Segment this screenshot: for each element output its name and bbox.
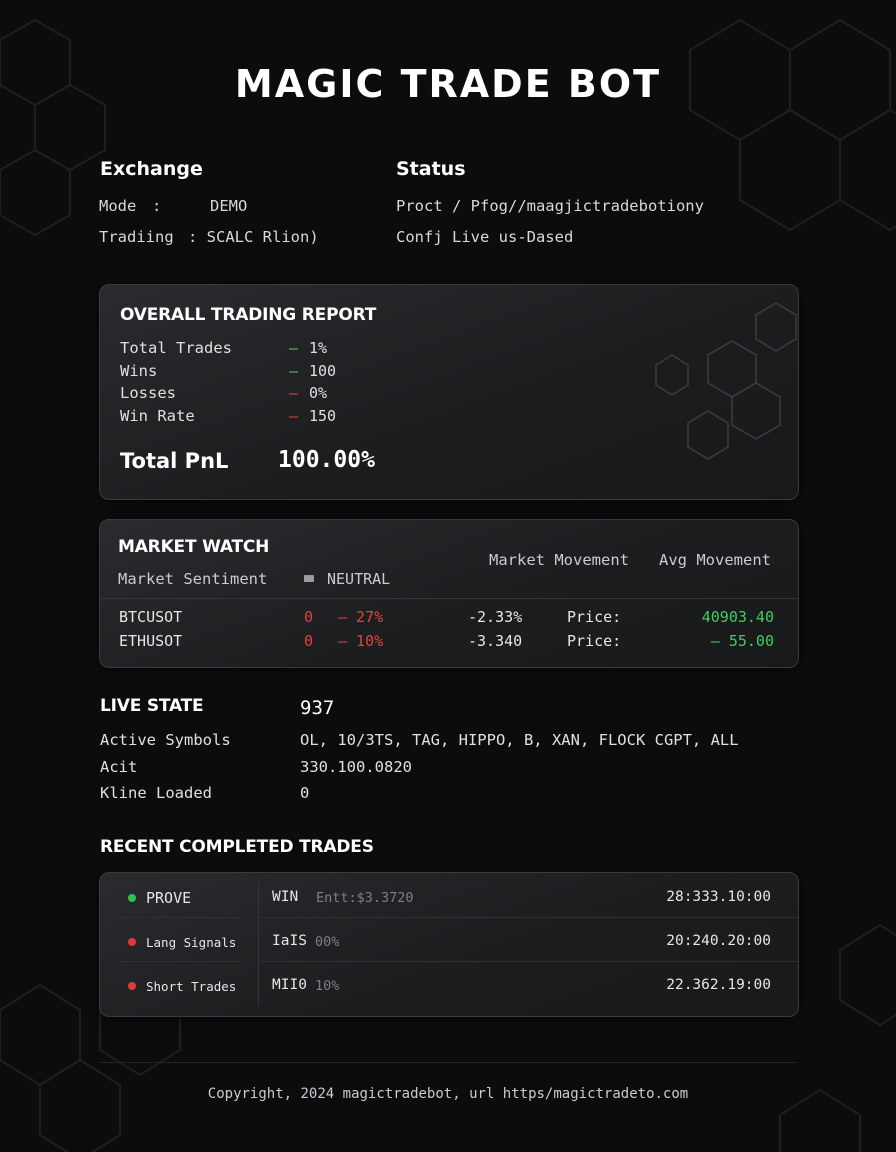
report-row-label: Win Rate <box>120 406 195 425</box>
recent-row-divider <box>260 961 798 962</box>
trade-name: Lang Signals <box>146 935 237 950</box>
market-change: – 10% <box>338 632 384 650</box>
mode-value: DEMO <box>210 197 248 215</box>
report-row-value: 150 <box>309 406 337 425</box>
market-symbol: BTCUSOT <box>119 608 183 626</box>
trade-detail: 10% <box>315 978 340 994</box>
report-hex-decoration <box>655 302 797 460</box>
status-dot-icon <box>128 894 136 902</box>
recent-trade-row[interactable]: Lang Signals IaIS 00% 20:240.20:00 <box>100 932 798 962</box>
report-row-sign: – <box>289 384 299 402</box>
recent-trade-row[interactable]: PROVE WIN Entt:$3.3720 28:333.10:00 <box>100 888 798 918</box>
report-row-label: Losses <box>120 384 176 402</box>
recent-trades-heading: RECENT COMPLETED TRADES <box>100 837 374 857</box>
market-zero: 0 <box>304 608 314 626</box>
live-state-value-row: 0 <box>300 784 310 802</box>
report-row-sign: – <box>289 339 299 357</box>
status-dot-icon <box>128 982 136 990</box>
live-state-heading: LIVE STATE <box>100 696 204 716</box>
report-row-label: Wins <box>120 361 158 380</box>
report-row-value: 0% <box>309 384 328 402</box>
trade-result: IaIS <box>272 933 307 949</box>
status-line-2: Confj Live us-Dased <box>396 228 574 246</box>
report-row-value: 100 <box>309 361 337 380</box>
status-line-1: Proct / Pfog//maagjictradebotiony <box>396 197 704 215</box>
trading-report-card: OVERALL TRADING REPORT Total Trades –1% Wi… <box>99 284 799 500</box>
trade-time: 28:333.10:00 <box>666 889 771 905</box>
trade-detail: 00% <box>315 934 340 950</box>
report-row-sign: – <box>289 361 299 380</box>
market-price-label: Price: <box>567 608 622 626</box>
report-row-label: Total Trades <box>120 339 232 357</box>
live-state-value-row: 330.100.0820 <box>300 757 412 776</box>
trade-detail: Entt:$3.3720 <box>316 890 414 906</box>
recent-trades-card: PROVE WIN Entt:$3.3720 28:333.10:00 Lang Sig… <box>99 872 799 1017</box>
live-state-label: Kline Loaded <box>100 784 212 802</box>
sentiment-indicator <box>304 575 314 582</box>
sentiment-value: NEUTRAL <box>327 570 391 588</box>
market-divider <box>100 598 798 599</box>
trade-time: 20:240.20:00 <box>666 933 771 949</box>
live-state-value: 937 <box>300 697 335 719</box>
market-symbol: ETHUSOT <box>119 632 183 650</box>
market-price: 40903.40 <box>701 608 774 626</box>
trade-result: WIN <box>272 889 299 905</box>
trade-name: Short Trades <box>146 979 237 994</box>
mode-separator: : <box>152 197 162 215</box>
recent-row-divider <box>120 917 240 918</box>
report-heading: OVERALL TRADING REPORT <box>120 305 377 325</box>
recent-row-divider <box>260 917 798 918</box>
trading-label: Tradiing <box>99 228 174 246</box>
pnl-label: Total PnL <box>120 449 229 473</box>
footer-divider <box>100 1062 797 1063</box>
trading-value: : SCALC Rlion) <box>188 228 319 246</box>
status-dot-icon <box>128 938 136 946</box>
recent-row-divider <box>120 961 240 962</box>
market-price-label: Price: <box>567 632 622 650</box>
market-watch-card: MARKET WATCH Market Sentiment NEUTRAL Ma… <box>99 519 799 668</box>
trade-time: 22.362.19:00 <box>666 977 771 993</box>
column-avg-movement: Avg Movement <box>659 551 771 569</box>
trade-name: PROVE <box>146 889 192 907</box>
market-heading: MARKET WATCH <box>118 537 270 557</box>
pnl-value: 100.00% <box>278 447 375 473</box>
market-zero: 0 <box>304 632 314 650</box>
live-state-label: Active Symbols <box>100 731 231 749</box>
status-heading: Status <box>396 158 466 180</box>
report-row-value: 1% <box>309 339 328 357</box>
column-market-movement: Market Movement <box>489 551 629 569</box>
footer-copyright: Copyright, 2024 magictradebot, url https… <box>207 1086 689 1102</box>
trade-result: MII0 <box>272 977 307 993</box>
exchange-heading: Exchange <box>100 158 203 180</box>
market-movement: -2.33% <box>468 608 523 626</box>
market-change: – 27% <box>338 608 384 626</box>
market-price: – 55.00 <box>710 632 774 650</box>
recent-trade-row[interactable]: Short Trades MII0 10% 22.362.19:00 <box>100 976 798 1006</box>
report-row-sign: – <box>289 406 299 425</box>
app-title: MAGIC TRADE BOT <box>234 62 662 106</box>
live-state-value-row: OL, 10/3TS, TAG, HIPPO, B, XAN, FLOCK CG… <box>300 731 739 749</box>
sentiment-label: Market Sentiment <box>118 570 268 588</box>
mode-label: Mode <box>99 197 137 215</box>
market-movement: -3.340 <box>468 632 523 650</box>
live-state-label: Acit <box>100 757 138 776</box>
